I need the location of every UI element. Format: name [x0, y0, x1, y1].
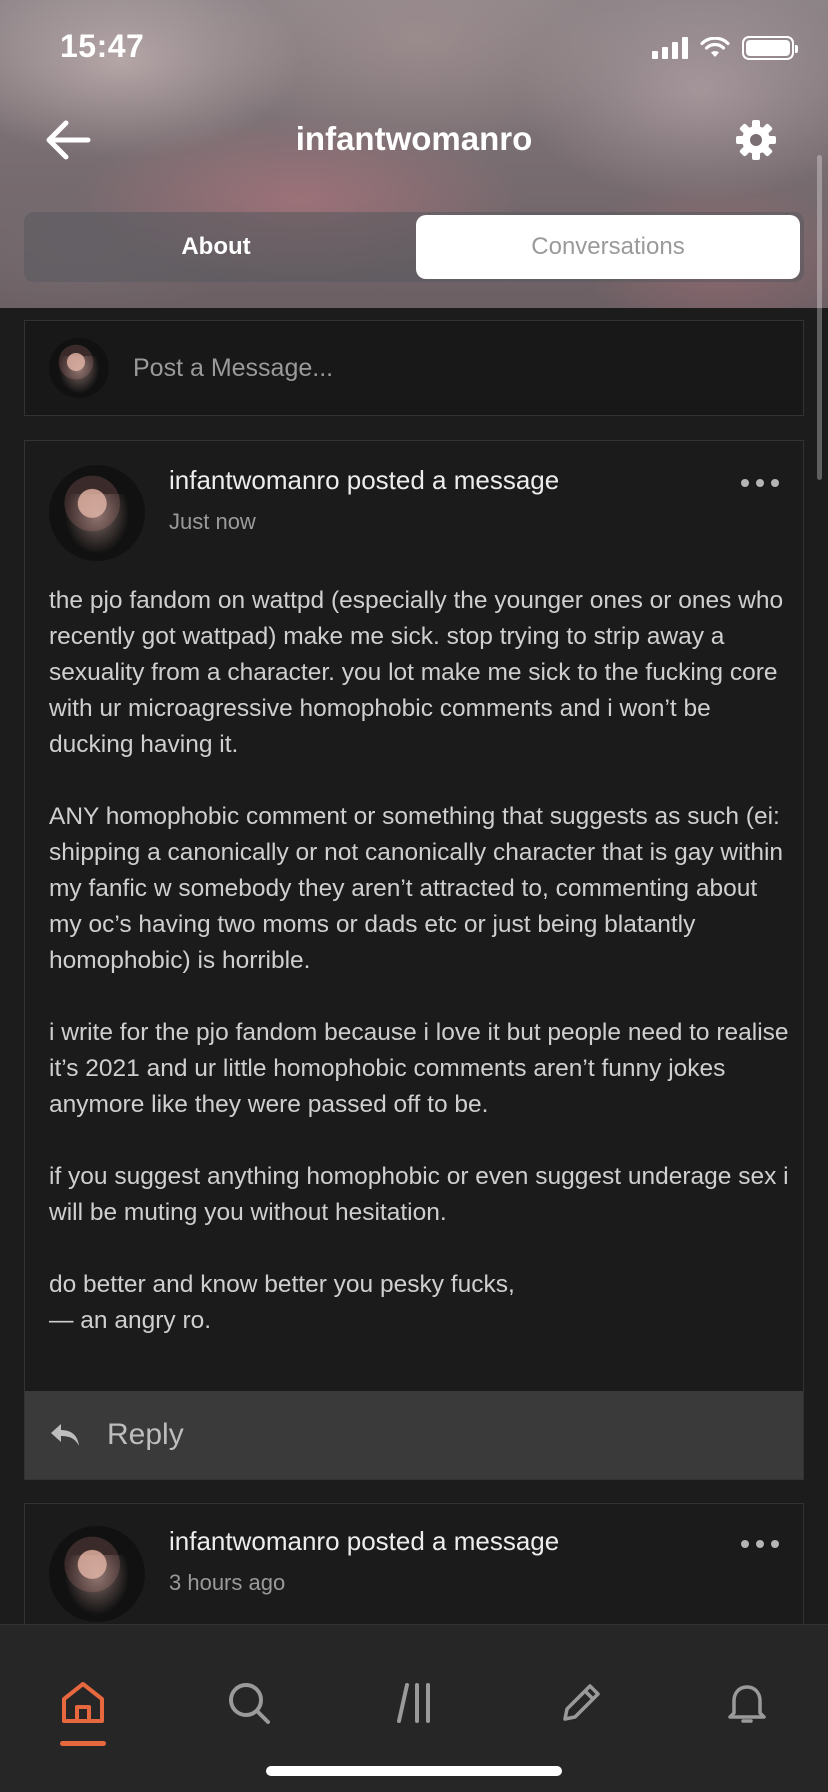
bell-icon: [728, 1685, 766, 1723]
message-author[interactable]: infantwomanro posted a message: [169, 1526, 559, 1557]
message-card: infantwomanro posted a message 3 hours a…: [24, 1503, 804, 1643]
profile-tabs: About Conversations: [24, 212, 804, 282]
tab-notifications[interactable]: [717, 1673, 777, 1733]
status-bar: 15:47: [0, 0, 828, 100]
tab-write[interactable]: [551, 1673, 611, 1733]
status-icons: [652, 36, 798, 60]
message-paragraph: ANY homophobic comment or something that…: [49, 803, 784, 974]
post-message-input[interactable]: Post a Message...: [133, 354, 333, 383]
message-paragraph: if you suggest anything homophobic or ev…: [49, 1163, 789, 1226]
settings-button[interactable]: [734, 118, 778, 162]
signal-icon: [652, 37, 688, 59]
message-paragraph: i write for the pjo fandom because i lov…: [49, 1019, 789, 1118]
tab-search[interactable]: [219, 1673, 279, 1733]
home-indicator[interactable]: [266, 1766, 562, 1776]
profile-header: 15:47 infantwomanro About Conversations: [0, 0, 828, 308]
more-options-icon[interactable]: [741, 1540, 779, 1548]
message-paragraph: the pjo fandom on wattpd (especially the…: [49, 587, 784, 758]
tab-conversations[interactable]: Conversations: [416, 215, 800, 279]
reply-icon: [51, 1424, 79, 1446]
tab-about[interactable]: About: [24, 215, 408, 279]
search-icon: [229, 1683, 270, 1724]
message-time: 3 hours ago: [169, 1570, 286, 1595]
battery-icon: [742, 36, 798, 60]
reply-label: Reply: [107, 1418, 184, 1451]
home-icon: [62, 1682, 104, 1723]
message-author[interactable]: infantwomanro posted a message: [169, 465, 559, 496]
status-time: 15:47: [60, 28, 145, 64]
message-time: Just now: [169, 509, 256, 534]
tab-home[interactable]: [53, 1673, 113, 1733]
page-title: infantwomanro: [295, 120, 533, 157]
reply-button[interactable]: Reply: [25, 1391, 803, 1479]
active-tab-indicator: [60, 1741, 106, 1746]
avatar[interactable]: [49, 1526, 145, 1622]
pencil-icon: [563, 1684, 600, 1721]
gear-icon: [736, 120, 776, 160]
message-card: infantwomanro posted a message Just now …: [24, 440, 804, 1480]
tab-library[interactable]: [385, 1673, 445, 1733]
bottom-tab-bar: [0, 1624, 828, 1792]
post-message-box[interactable]: Post a Message...: [24, 320, 804, 416]
message-body: the pjo fandom on wattpd (especially the…: [49, 583, 789, 1375]
more-options-icon[interactable]: [741, 479, 779, 487]
avatar: [49, 338, 109, 398]
nav-row: infantwomanro: [0, 100, 828, 180]
scrollbar[interactable]: [817, 155, 822, 480]
wifi-icon: [700, 37, 730, 57]
screen: 15:47 infantwomanro About Conversations …: [0, 0, 828, 1792]
library-icon: [397, 1683, 430, 1723]
message-paragraph: do better and know better you pesky fuck…: [49, 1271, 515, 1334]
avatar[interactable]: [49, 465, 145, 561]
